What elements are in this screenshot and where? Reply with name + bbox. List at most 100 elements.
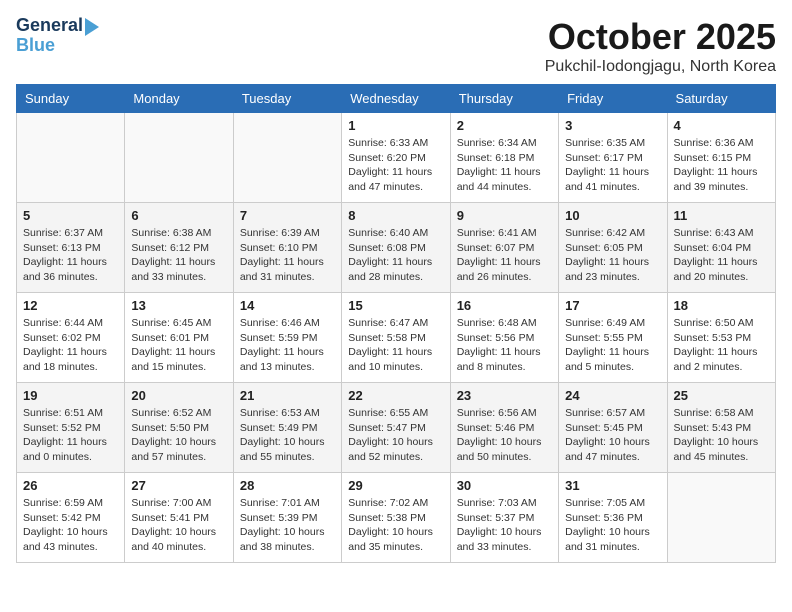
day-number: 29	[348, 478, 443, 493]
day-info: Sunrise: 7:00 AMSunset: 5:41 PMDaylight:…	[131, 496, 226, 555]
day-info: Sunrise: 6:39 AMSunset: 6:10 PMDaylight:…	[240, 226, 335, 285]
day-info: Sunrise: 6:37 AMSunset: 6:13 PMDaylight:…	[23, 226, 118, 285]
day-info: Sunrise: 7:03 AMSunset: 5:37 PMDaylight:…	[457, 496, 552, 555]
day-info: Sunrise: 6:43 AMSunset: 6:04 PMDaylight:…	[674, 226, 769, 285]
calendar-cell	[667, 473, 775, 563]
calendar-cell	[125, 113, 233, 203]
day-info: Sunrise: 7:02 AMSunset: 5:38 PMDaylight:…	[348, 496, 443, 555]
day-info: Sunrise: 6:33 AMSunset: 6:20 PMDaylight:…	[348, 136, 443, 195]
weekday-header: Monday	[125, 85, 233, 113]
page-header: General Blue October 2025 Pukchil-Iodong…	[16, 16, 776, 76]
calendar-cell: 9Sunrise: 6:41 AMSunset: 6:07 PMDaylight…	[450, 203, 558, 293]
day-info: Sunrise: 7:05 AMSunset: 5:36 PMDaylight:…	[565, 496, 660, 555]
day-info: Sunrise: 6:35 AMSunset: 6:17 PMDaylight:…	[565, 136, 660, 195]
calendar-cell: 22 Sunrise: 6:55 AMSunset: 5:47 PMDayligh…	[342, 383, 450, 473]
logo: General Blue	[16, 16, 99, 56]
day-number: 31	[565, 478, 660, 493]
title-block: October 2025 Pukchil-Iodongjagu, North K…	[545, 16, 776, 76]
day-number: 9	[457, 208, 552, 223]
calendar-cell: 21Sunrise: 6:53 AMSunset: 5:49 PMDayligh…	[233, 383, 341, 473]
location-text: Pukchil-Iodongjagu, North Korea	[545, 58, 776, 76]
day-number: 28	[240, 478, 335, 493]
calendar-cell: 29 Sunrise: 7:02 AMSunset: 5:38 PMDayligh…	[342, 473, 450, 563]
calendar-cell: 12 Sunrise: 6:44 AMSunset: 6:02 PMDayligh…	[17, 293, 125, 383]
day-number: 2	[457, 118, 552, 133]
day-number: 24	[565, 388, 660, 403]
day-number: 13	[131, 298, 226, 313]
day-info: Sunrise: 6:50 AMSunset: 5:53 PMDaylight:…	[674, 316, 769, 375]
day-info: Sunrise: 6:57 AMSunset: 5:45 PMDaylight:…	[565, 406, 660, 465]
day-number: 22	[348, 388, 443, 403]
day-info: Sunrise: 6:34 AMSunset: 6:18 PMDaylight:…	[457, 136, 552, 195]
day-number: 26	[23, 478, 118, 493]
day-number: 5	[23, 208, 118, 223]
day-info: Sunrise: 6:59 AMSunset: 5:42 PMDaylight:…	[23, 496, 118, 555]
day-info: Sunrise: 6:55 AMSunset: 5:47 PMDaylight:…	[348, 406, 443, 465]
day-info: Sunrise: 6:38 AMSunset: 6:12 PMDaylight:…	[131, 226, 226, 285]
calendar-cell: 6 Sunrise: 6:38 AMSunset: 6:12 PMDaylight…	[125, 203, 233, 293]
week-row: 5 Sunrise: 6:37 AMSunset: 6:13 PMDaylight…	[17, 203, 776, 293]
calendar-cell: 28 Sunrise: 7:01 AMSunset: 5:39 PMDayligh…	[233, 473, 341, 563]
day-number: 4	[674, 118, 769, 133]
calendar-cell: 4Sunrise: 6:36 AMSunset: 6:15 PMDaylight…	[667, 113, 775, 203]
day-info: Sunrise: 6:58 AMSunset: 5:43 PMDaylight:…	[674, 406, 769, 465]
month-title: October 2025	[545, 16, 776, 58]
day-info: Sunrise: 6:44 AMSunset: 6:02 PMDaylight:…	[23, 316, 118, 375]
weekday-header: Saturday	[667, 85, 775, 113]
weekday-header: Wednesday	[342, 85, 450, 113]
calendar-cell: 8 Sunrise: 6:40 AMSunset: 6:08 PMDaylight…	[342, 203, 450, 293]
day-number: 14	[240, 298, 335, 313]
calendar-cell: 5 Sunrise: 6:37 AMSunset: 6:13 PMDaylight…	[17, 203, 125, 293]
day-number: 1	[348, 118, 443, 133]
day-number: 15	[348, 298, 443, 313]
calendar-cell: 30 Sunrise: 7:03 AMSunset: 5:37 PMDayligh…	[450, 473, 558, 563]
calendar-cell: 17 Sunrise: 6:49 AMSunset: 5:55 PMDayligh…	[559, 293, 667, 383]
day-info: Sunrise: 6:42 AMSunset: 6:05 PMDaylight:…	[565, 226, 660, 285]
day-number: 6	[131, 208, 226, 223]
week-row: 26 Sunrise: 6:59 AMSunset: 5:42 PMDayligh…	[17, 473, 776, 563]
calendar-cell: 3Sunrise: 6:35 AMSunset: 6:17 PMDaylight…	[559, 113, 667, 203]
day-info: Sunrise: 6:52 AMSunset: 5:50 PMDaylight:…	[131, 406, 226, 465]
day-number: 25	[674, 388, 769, 403]
day-info: Sunrise: 6:48 AMSunset: 5:56 PMDaylight:…	[457, 316, 552, 375]
day-info: Sunrise: 6:49 AMSunset: 5:55 PMDaylight:…	[565, 316, 660, 375]
day-number: 12	[23, 298, 118, 313]
day-number: 8	[348, 208, 443, 223]
day-info: Sunrise: 6:56 AMSunset: 5:46 PMDaylight:…	[457, 406, 552, 465]
logo-text: General	[16, 16, 83, 36]
weekday-header: Friday	[559, 85, 667, 113]
day-number: 27	[131, 478, 226, 493]
day-number: 18	[674, 298, 769, 313]
day-number: 17	[565, 298, 660, 313]
day-number: 20	[131, 388, 226, 403]
week-row: 19Sunrise: 6:51 AMSunset: 5:52 PMDayligh…	[17, 383, 776, 473]
day-number: 30	[457, 478, 552, 493]
day-info: Sunrise: 6:45 AMSunset: 6:01 PMDaylight:…	[131, 316, 226, 375]
calendar-cell: 31 Sunrise: 7:05 AMSunset: 5:36 PMDayligh…	[559, 473, 667, 563]
logo-subtext: Blue	[16, 36, 99, 56]
weekday-header: Tuesday	[233, 85, 341, 113]
day-info: Sunrise: 6:46 AMSunset: 5:59 PMDaylight:…	[240, 316, 335, 375]
calendar-cell: 25 Sunrise: 6:58 AMSunset: 5:43 PMDayligh…	[667, 383, 775, 473]
day-number: 21	[240, 388, 335, 403]
calendar-table: SundayMondayTuesdayWednesdayThursdayFrid…	[16, 84, 776, 563]
calendar-cell	[233, 113, 341, 203]
day-info: Sunrise: 7:01 AMSunset: 5:39 PMDaylight:…	[240, 496, 335, 555]
calendar-cell: 10Sunrise: 6:42 AMSunset: 6:05 PMDayligh…	[559, 203, 667, 293]
day-number: 23	[457, 388, 552, 403]
day-number: 11	[674, 208, 769, 223]
calendar-cell: 7 Sunrise: 6:39 AMSunset: 6:10 PMDaylight…	[233, 203, 341, 293]
calendar-cell: 18 Sunrise: 6:50 AMSunset: 5:53 PMDayligh…	[667, 293, 775, 383]
calendar-cell: 11 Sunrise: 6:43 AMSunset: 6:04 PMDayligh…	[667, 203, 775, 293]
day-number: 7	[240, 208, 335, 223]
weekday-header: Sunday	[17, 85, 125, 113]
week-row: 1 Sunrise: 6:33 AMSunset: 6:20 PMDaylight…	[17, 113, 776, 203]
logo-arrow-icon	[85, 18, 99, 36]
calendar-cell: 15Sunrise: 6:47 AMSunset: 5:58 PMDayligh…	[342, 293, 450, 383]
calendar-cell: 16Sunrise: 6:48 AMSunset: 5:56 PMDayligh…	[450, 293, 558, 383]
calendar-cell	[17, 113, 125, 203]
weekday-header: Thursday	[450, 85, 558, 113]
calendar-cell: 13 Sunrise: 6:45 AMSunset: 6:01 PMDayligh…	[125, 293, 233, 383]
day-info: Sunrise: 6:40 AMSunset: 6:08 PMDaylight:…	[348, 226, 443, 285]
calendar-cell: 20 Sunrise: 6:52 AMSunset: 5:50 PMDayligh…	[125, 383, 233, 473]
